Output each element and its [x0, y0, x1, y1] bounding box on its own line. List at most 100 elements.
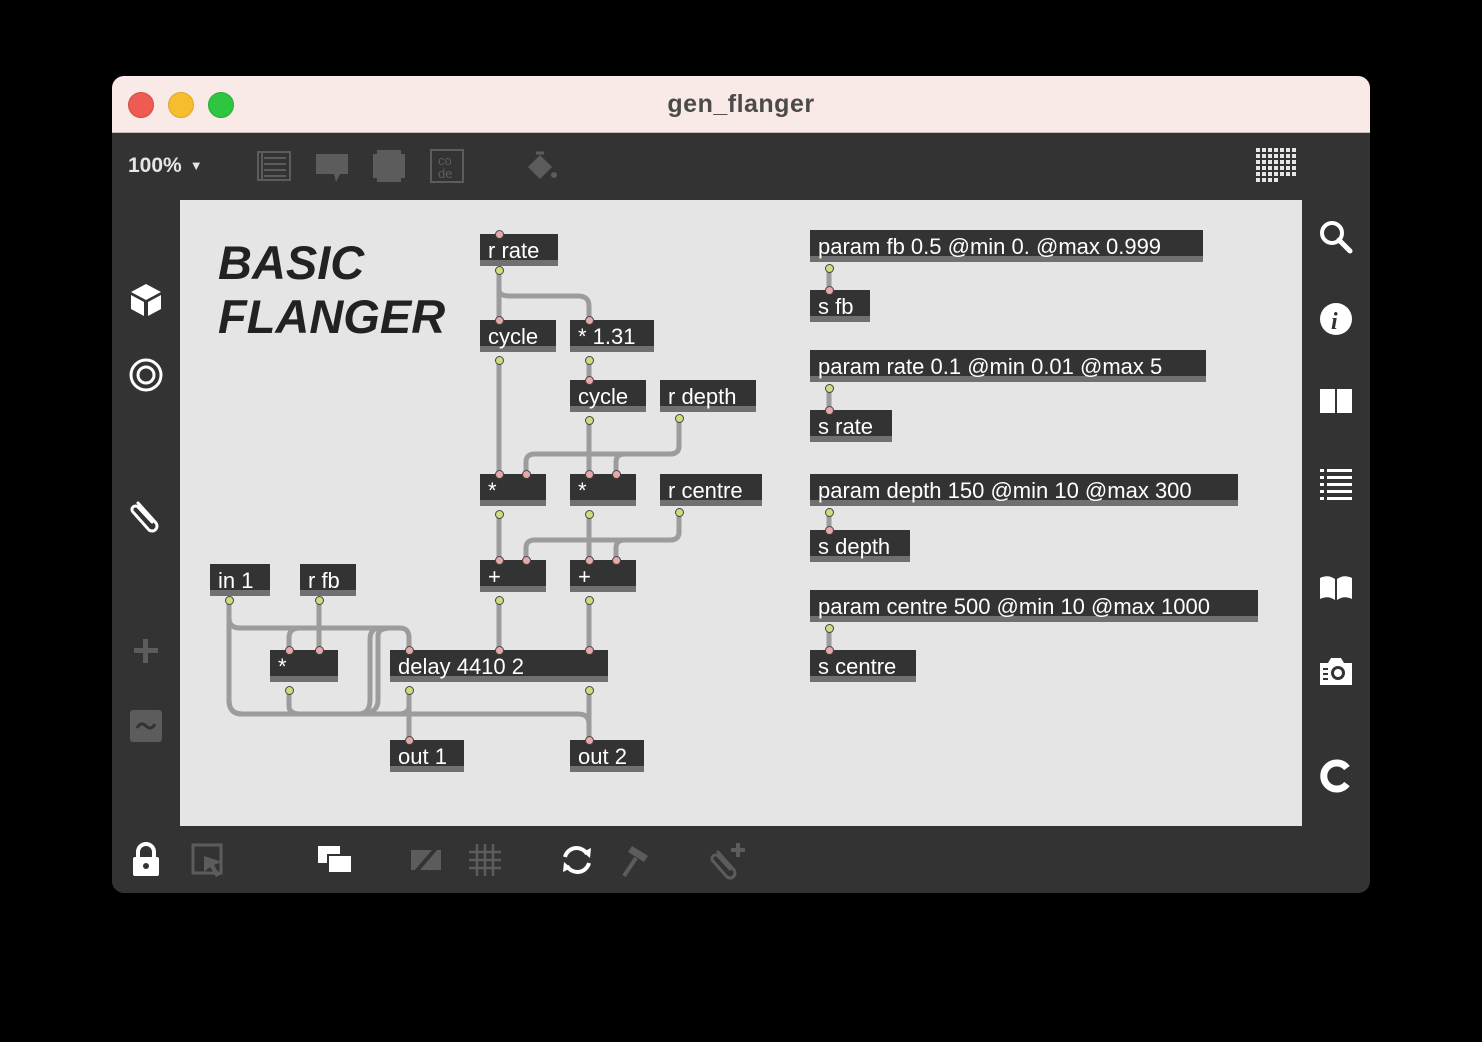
plus-icon[interactable]	[132, 637, 160, 665]
outlet-port[interactable]	[495, 596, 504, 605]
refresh-icon[interactable]	[559, 842, 595, 878]
object-add-1[interactable]: +	[480, 560, 546, 592]
object-r-centre[interactable]: r centre	[660, 474, 762, 506]
zoom-dropdown[interactable]: 100% ▼	[128, 154, 203, 178]
split-view-icon[interactable]	[1318, 385, 1354, 417]
object-in-1[interactable]: in 1	[210, 564, 270, 596]
codebox-icon[interactable]: co de	[429, 148, 465, 184]
inlet-port[interactable]	[825, 286, 834, 295]
titlebar: gen_flanger	[112, 76, 1370, 133]
inlet-port[interactable]	[585, 736, 594, 745]
lock-icon[interactable]	[130, 842, 162, 878]
object-param-centre[interactable]: param centre 500 @min 10 @max 1000	[810, 590, 1258, 622]
outlet-port[interactable]	[495, 266, 504, 275]
paperclip-add-icon[interactable]	[708, 840, 748, 880]
object-r-depth[interactable]: r depth	[660, 380, 756, 412]
comment-line-2: FLANGER	[218, 290, 446, 343]
inlet-port[interactable]	[495, 230, 504, 239]
outlet-port[interactable]	[825, 508, 834, 517]
outlet-port[interactable]	[495, 510, 504, 519]
object-out-1[interactable]: out 1	[390, 740, 464, 772]
patch-title-comment[interactable]: BASIC FLANGER	[218, 236, 445, 344]
outlet-port[interactable]	[495, 356, 504, 365]
inlet-port[interactable]	[405, 736, 414, 745]
object-mul-fb[interactable]: *	[270, 650, 338, 682]
object-mul-131[interactable]: * 1.31	[570, 320, 654, 352]
object-param-depth[interactable]: param depth 150 @min 10 @max 300	[810, 474, 1238, 506]
object-mul-2[interactable]: *	[570, 474, 636, 506]
comment-icon[interactable]	[314, 150, 350, 184]
outlet-port[interactable]	[825, 624, 834, 633]
inlet-port[interactable]	[825, 526, 834, 535]
inlet-port[interactable]	[585, 556, 594, 565]
inlet-port[interactable]	[585, 646, 594, 655]
search-icon[interactable]	[1318, 219, 1354, 255]
inlet-port[interactable]	[315, 646, 324, 655]
outlet-port[interactable]	[405, 686, 414, 695]
outlet-port[interactable]	[585, 686, 594, 695]
paperclip-icon[interactable]	[128, 495, 164, 533]
grid-icon[interactable]	[467, 842, 503, 878]
object-s-centre[interactable]: s centre	[810, 650, 916, 682]
object-label: delay 4410 2	[398, 654, 524, 679]
inlet-port[interactable]	[612, 470, 621, 479]
inlet-port[interactable]	[495, 316, 504, 325]
object-param-fb[interactable]: param fb 0.5 @min 0. @max 0.999	[810, 230, 1203, 262]
inlet-port[interactable]	[495, 470, 504, 479]
inlet-port[interactable]	[405, 646, 414, 655]
object-out-2[interactable]: out 2	[570, 740, 644, 772]
outlet-port[interactable]	[675, 508, 684, 517]
object-s-rate[interactable]: s rate	[810, 410, 892, 442]
inlet-port[interactable]	[285, 646, 294, 655]
inlet-port[interactable]	[495, 646, 504, 655]
camera-icon[interactable]	[1318, 653, 1354, 689]
object-label: out 1	[398, 744, 447, 769]
presentation-icon[interactable]	[256, 148, 292, 184]
inlet-port[interactable]	[612, 556, 621, 565]
outlet-port[interactable]	[315, 596, 324, 605]
select-icon[interactable]	[190, 842, 226, 878]
info-icon[interactable]: i	[1318, 301, 1354, 337]
windows-icon[interactable]	[317, 844, 353, 876]
object-s-depth[interactable]: s depth	[810, 530, 910, 562]
object-cycle-2[interactable]: cycle	[570, 380, 646, 412]
object-r-fb[interactable]: r fb	[300, 564, 356, 596]
patcher-window: gen_flanger 100% ▼ co de i BASIC FLANGER…	[112, 76, 1370, 893]
outlet-port[interactable]	[585, 416, 594, 425]
outlet-port[interactable]	[585, 596, 594, 605]
patcher-canvas[interactable]: BASIC FLANGER r rate cycle * 1.31 cycle …	[180, 200, 1302, 826]
object-add-2[interactable]: +	[570, 560, 636, 592]
inlet-port[interactable]	[825, 646, 834, 655]
object-mul-1[interactable]: *	[480, 474, 546, 506]
inlet-port[interactable]	[585, 376, 594, 385]
outlet-port[interactable]	[825, 264, 834, 273]
outlet-port[interactable]	[585, 510, 594, 519]
bpatcher-icon[interactable]	[371, 148, 407, 184]
grid-keyboard-icon[interactable]	[1254, 146, 1298, 188]
outlet-port[interactable]	[675, 414, 684, 423]
c-icon[interactable]	[1318, 758, 1354, 794]
outlet-port[interactable]	[225, 596, 234, 605]
inlet-port[interactable]	[825, 406, 834, 415]
list-icon[interactable]	[1318, 466, 1354, 500]
inlet-port[interactable]	[495, 556, 504, 565]
inlet-port[interactable]	[522, 470, 531, 479]
object-s-fb[interactable]: s fb	[810, 290, 870, 322]
book-icon[interactable]	[1318, 572, 1354, 604]
object-r-rate[interactable]: r rate	[480, 234, 558, 266]
paint-bucket-icon[interactable]	[522, 149, 558, 185]
tilde-icon[interactable]	[129, 709, 163, 743]
inlet-port[interactable]	[522, 556, 531, 565]
outlet-port[interactable]	[825, 384, 834, 393]
hide-icon[interactable]	[408, 842, 444, 878]
object-cycle-1[interactable]: cycle	[480, 320, 556, 352]
inlet-port[interactable]	[585, 470, 594, 479]
outlet-port[interactable]	[585, 356, 594, 365]
target-icon[interactable]	[128, 357, 164, 393]
hammer-icon[interactable]	[618, 842, 654, 878]
object-label: r depth	[668, 384, 737, 409]
cube-icon[interactable]	[129, 282, 163, 318]
object-param-rate[interactable]: param rate 0.1 @min 0.01 @max 5	[810, 350, 1206, 382]
outlet-port[interactable]	[285, 686, 294, 695]
inlet-port[interactable]	[585, 316, 594, 325]
